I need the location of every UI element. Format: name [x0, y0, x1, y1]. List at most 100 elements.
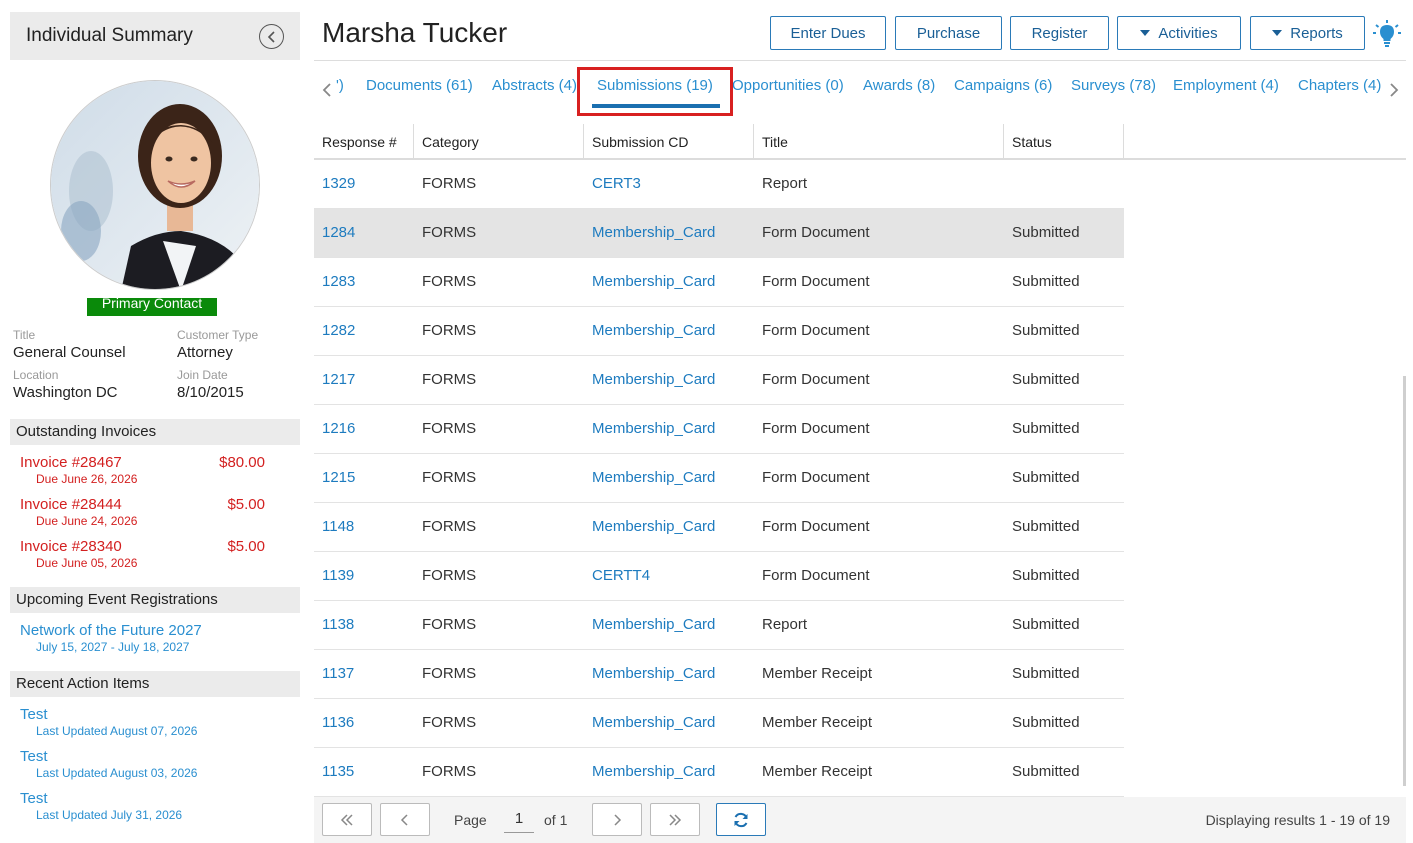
- response-link[interactable]: 1215: [314, 454, 355, 502]
- action-link[interactable]: Test: [20, 790, 290, 807]
- recent-action-items-header: Recent Action Items: [10, 671, 300, 697]
- submission-cd-link[interactable]: Membership_Card: [584, 503, 715, 551]
- chevron-right-icon: [614, 813, 622, 826]
- table-row[interactable]: 1148 FORMS Membership_Card Form Document…: [314, 503, 1124, 552]
- previous-page-button[interactable]: [380, 803, 430, 836]
- submission-cd-link[interactable]: Membership_Card: [584, 699, 715, 747]
- lightbulb-icon[interactable]: [1373, 19, 1401, 47]
- invoice-name[interactable]: Invoice #28444: [20, 496, 122, 513]
- submission-cd-link[interactable]: Membership_Card: [584, 405, 715, 453]
- invoice-name[interactable]: Invoice #28467: [20, 454, 122, 471]
- response-link[interactable]: 1148: [314, 503, 354, 551]
- table-row[interactable]: 1215 FORMS Membership_Card Form Document…: [314, 454, 1124, 503]
- action-item[interactable]: Test Last Updated August 07, 2026: [20, 706, 290, 738]
- invoice-due: Due June 24, 2026: [36, 514, 138, 528]
- submission-cd-link[interactable]: Membership_Card: [584, 601, 715, 649]
- tab-opportunities[interactable]: Opportunities (0): [732, 77, 844, 94]
- response-link[interactable]: 1135: [314, 748, 354, 796]
- tab-employment[interactable]: Employment (4): [1173, 77, 1279, 94]
- invoice-name[interactable]: Invoice #28340: [20, 538, 122, 555]
- table-row-selected[interactable]: 1284 FORMS Membership_Card Form Document…: [314, 209, 1124, 258]
- invoice-item[interactable]: Invoice #28340 $5.00 Due June 05, 2026: [20, 538, 265, 570]
- title-cell: Report: [762, 616, 808, 633]
- activities-dropdown-button[interactable]: Activities: [1117, 16, 1241, 50]
- collapse-sidebar-button[interactable]: [259, 24, 284, 49]
- table-row[interactable]: 1283 FORMS Membership_Card Form Document…: [314, 258, 1124, 307]
- column-header-category[interactable]: Category: [414, 124, 584, 160]
- response-link[interactable]: 1282: [314, 307, 355, 355]
- table-header: Response # Category Submission CD Title …: [314, 124, 1406, 160]
- column-header-submission-cd[interactable]: Submission CD: [584, 124, 754, 160]
- event-link[interactable]: Network of the Future 2027: [20, 622, 290, 639]
- submission-cd-link[interactable]: Membership_Card: [584, 307, 715, 355]
- vertical-scrollbar[interactable]: [1403, 376, 1406, 786]
- results-info: Displaying results 1 - 19 of 19: [1205, 812, 1390, 828]
- enter-dues-button[interactable]: Enter Dues: [770, 16, 886, 50]
- refresh-button[interactable]: [716, 803, 766, 836]
- response-link[interactable]: 1138: [314, 601, 354, 649]
- tab-chapters[interactable]: Chapters (4): [1298, 77, 1381, 94]
- action-link[interactable]: Test: [20, 706, 290, 723]
- submission-cd-link[interactable]: CERT3: [584, 160, 641, 208]
- page-label: Page: [454, 812, 487, 828]
- response-link[interactable]: 1139: [314, 552, 354, 600]
- table-row[interactable]: 1282 FORMS Membership_Card Form Document…: [314, 307, 1124, 356]
- action-item[interactable]: Test Last Updated July 31, 2026: [20, 790, 290, 822]
- action-item[interactable]: Test Last Updated August 03, 2026: [20, 748, 290, 780]
- chevron-left-icon[interactable]: [320, 80, 334, 100]
- column-header-status[interactable]: Status: [1004, 124, 1124, 160]
- category-cell: FORMS: [422, 371, 477, 388]
- title-cell: Member Receipt: [762, 763, 873, 780]
- table-row[interactable]: 1138 FORMS Membership_Card Report Submit…: [314, 601, 1124, 650]
- column-header-title[interactable]: Title: [754, 124, 1004, 160]
- response-link[interactable]: 1137: [314, 650, 354, 698]
- response-link[interactable]: 1136: [314, 699, 354, 747]
- column-header-response[interactable]: Response #: [314, 124, 414, 160]
- next-page-button[interactable]: [592, 803, 642, 836]
- first-page-button[interactable]: [322, 803, 372, 836]
- response-link[interactable]: 1283: [314, 258, 355, 306]
- table-row[interactable]: 1136 FORMS Membership_Card Member Receip…: [314, 699, 1124, 748]
- table-row[interactable]: 1216 FORMS Membership_Card Form Document…: [314, 405, 1124, 454]
- table-row[interactable]: 1137 FORMS Membership_Card Member Receip…: [314, 650, 1124, 699]
- action-link[interactable]: Test: [20, 748, 290, 765]
- table-row[interactable]: 1217 FORMS Membership_Card Form Document…: [314, 356, 1124, 405]
- table-row[interactable]: 1135 FORMS Membership_Card Member Receip…: [314, 748, 1124, 797]
- submission-cd-link[interactable]: Membership_Card: [584, 454, 715, 502]
- response-link[interactable]: 1329: [314, 160, 355, 208]
- tab-awards[interactable]: Awards (8): [863, 77, 935, 94]
- response-link[interactable]: 1217: [314, 356, 355, 404]
- response-link[interactable]: 1284: [314, 209, 355, 257]
- register-button[interactable]: Register: [1010, 16, 1109, 50]
- page-number-input[interactable]: [504, 805, 534, 833]
- tab-abstracts[interactable]: Abstracts (4): [492, 77, 577, 94]
- submission-cd-link[interactable]: Membership_Card: [584, 209, 715, 257]
- submission-cd-link[interactable]: CERTT4: [584, 552, 650, 600]
- field-label: Title: [13, 328, 36, 342]
- event-item[interactable]: Network of the Future 2027 July 15, 2027…: [20, 622, 290, 654]
- tab-campaigns[interactable]: Campaigns (6): [954, 77, 1052, 94]
- status-cell: Submitted: [1012, 273, 1080, 290]
- header-divider: [314, 60, 1406, 61]
- submission-cd-link[interactable]: Membership_Card: [584, 258, 715, 306]
- tab-surveys[interactable]: Surveys (78): [1071, 77, 1156, 94]
- response-link[interactable]: 1216: [314, 405, 355, 453]
- event-dates: July 15, 2027 - July 18, 2027: [36, 640, 190, 654]
- tab-documents[interactable]: Documents (61): [366, 77, 473, 94]
- field-value: General Counsel: [13, 344, 126, 361]
- invoice-item[interactable]: Invoice #28467 $80.00 Due June 26, 2026: [20, 454, 265, 486]
- invoice-item[interactable]: Invoice #28444 $5.00 Due June 24, 2026: [20, 496, 265, 528]
- category-cell: FORMS: [422, 469, 477, 486]
- tab-previous[interactable]: '): [336, 77, 344, 94]
- double-chevron-left-icon: [340, 813, 353, 826]
- reports-dropdown-button[interactable]: Reports: [1250, 16, 1365, 50]
- chevron-left-icon: [400, 813, 408, 826]
- submission-cd-link[interactable]: Membership_Card: [584, 650, 715, 698]
- chevron-right-icon[interactable]: [1387, 80, 1401, 100]
- submission-cd-link[interactable]: Membership_Card: [584, 356, 715, 404]
- last-page-button[interactable]: [650, 803, 700, 836]
- submission-cd-link[interactable]: Membership_Card: [584, 748, 715, 796]
- table-row[interactable]: 1139 FORMS CERTT4 Form Document Submitte…: [314, 552, 1124, 601]
- table-row[interactable]: 1329 FORMS CERT3 Report: [314, 160, 1124, 209]
- purchase-button[interactable]: Purchase: [895, 16, 1002, 50]
